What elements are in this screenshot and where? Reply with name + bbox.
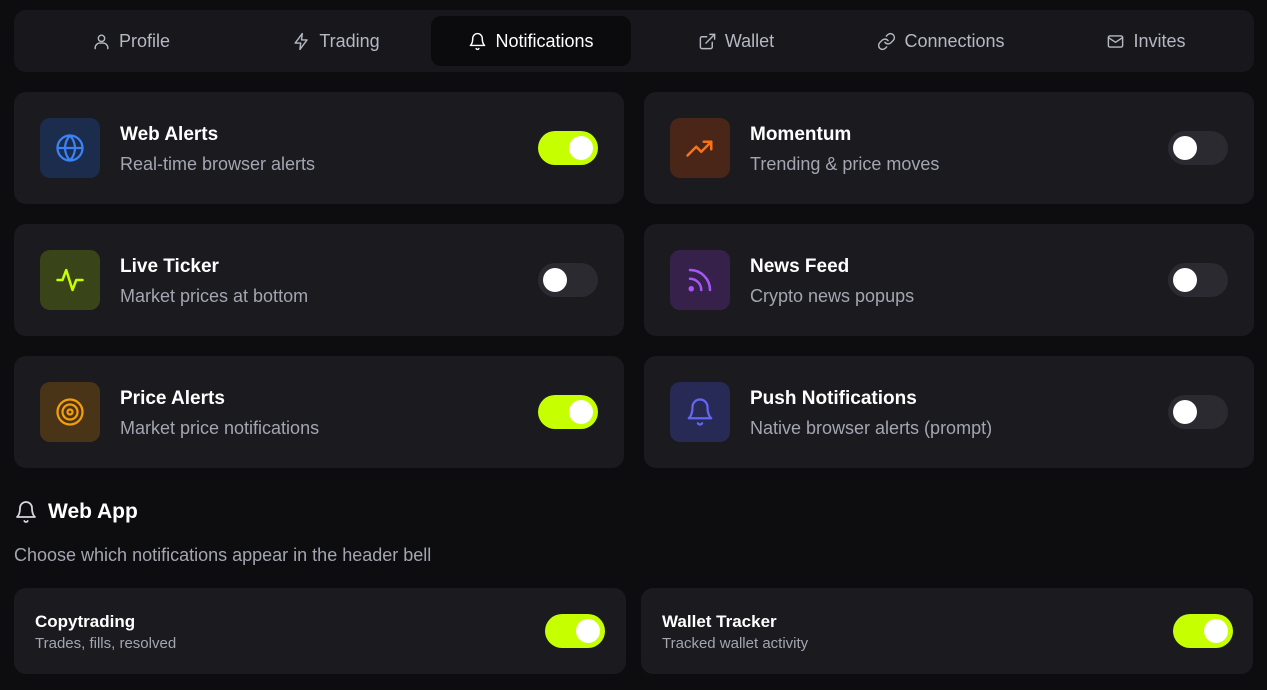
toggle-knob [1204, 619, 1228, 643]
toggle-knob [543, 268, 567, 292]
notification-card-push-notifications: Push Notifications Native browser alerts… [644, 356, 1254, 468]
notification-card-price-alerts: Price Alerts Market price notifications [14, 356, 624, 468]
tab-trading[interactable]: Trading [236, 16, 436, 66]
tab-label: Notifications [495, 30, 594, 51]
live-ticker-toggle[interactable] [538, 263, 598, 297]
tab-label: Invites [1133, 30, 1186, 51]
section-description: Choose which notifications appear in the… [14, 545, 432, 565]
web-app-section-header: Web App [14, 500, 138, 524]
toggle-knob [1173, 400, 1197, 424]
card-subtitle: Real-time browser alerts [120, 154, 316, 174]
tab-label: Profile [118, 30, 171, 51]
icon-container [40, 118, 100, 178]
bell-icon [687, 398, 713, 426]
card-title: Live Ticker [120, 256, 219, 277]
lightning-icon [294, 32, 309, 50]
user-icon [94, 33, 109, 49]
globe-icon [56, 134, 84, 162]
toggle-knob [569, 136, 593, 160]
tab-profile[interactable]: Profile [31, 16, 231, 66]
card-title: Momentum [750, 124, 852, 145]
external-link-icon [699, 33, 716, 49]
tab-label: Connections [904, 30, 1005, 51]
icon-container [40, 250, 100, 310]
bell-icon [16, 501, 36, 523]
trending-up-icon [686, 140, 713, 157]
tab-connections[interactable]: Connections [841, 16, 1041, 66]
toggle-knob [1173, 268, 1197, 292]
card-title: Price Alerts [120, 388, 225, 409]
link-icon [878, 32, 896, 50]
notification-card-web-alerts: Web Alerts Real-time browser alerts [14, 92, 624, 204]
card-title: Wallet Tracker [662, 612, 777, 631]
wallet-tracker-toggle[interactable] [1173, 614, 1233, 648]
card-subtitle: Trending & price moves [750, 154, 940, 174]
tab-label: Trading [319, 30, 380, 51]
tab-wallet[interactable]: Wallet [636, 16, 836, 66]
web-app-card-wallet-tracker: Wallet Tracker Tracked wallet activity [641, 588, 1253, 674]
tab-label: Wallet [724, 30, 775, 51]
card-subtitle: Market prices at bottom [120, 286, 309, 306]
icon-container [670, 250, 730, 310]
web-alerts-toggle[interactable] [538, 131, 598, 165]
section-title: Web App [48, 500, 138, 523]
push-notifications-toggle[interactable] [1168, 395, 1228, 429]
toggle-knob [1173, 136, 1197, 160]
price-alerts-toggle[interactable] [538, 395, 598, 429]
card-subtitle: Crypto news popups [750, 286, 915, 306]
tab-invites[interactable]: Invites [1046, 16, 1246, 66]
toggle-knob [576, 619, 600, 643]
tab-notifications[interactable]: Notifications [431, 16, 631, 66]
momentum-toggle[interactable] [1168, 131, 1228, 165]
settings-tab-bar: Profile Trading Notifications Wallet Con… [14, 10, 1254, 72]
card-title: Copytrading [35, 612, 136, 631]
card-title: Web Alerts [120, 124, 219, 145]
web-app-card-copytrading: Copytrading Trades, fills, resolved [14, 588, 626, 674]
bell-icon [470, 32, 486, 50]
card-subtitle: Market price notifications [120, 418, 320, 438]
mail-icon [1108, 34, 1124, 48]
news-feed-toggle[interactable] [1168, 263, 1228, 297]
target-icon [56, 398, 84, 426]
activity-icon [56, 268, 84, 292]
notification-card-momentum: Momentum Trending & price moves [644, 92, 1254, 204]
rss-icon [688, 268, 712, 292]
card-title: News Feed [750, 256, 850, 277]
notification-card-live-ticker: Live Ticker Market prices at bottom [14, 224, 624, 336]
icon-container [670, 118, 730, 178]
card-subtitle: Native browser alerts (prompt) [750, 418, 993, 438]
copytrading-toggle[interactable] [545, 614, 605, 648]
card-subtitle: Tracked wallet activity [662, 635, 809, 652]
notification-card-news-feed: News Feed Crypto news popups [644, 224, 1254, 336]
card-title: Push Notifications [750, 388, 917, 409]
icon-container [40, 382, 100, 442]
icon-container [670, 382, 730, 442]
card-subtitle: Trades, fills, resolved [35, 635, 177, 652]
toggle-knob [569, 400, 593, 424]
